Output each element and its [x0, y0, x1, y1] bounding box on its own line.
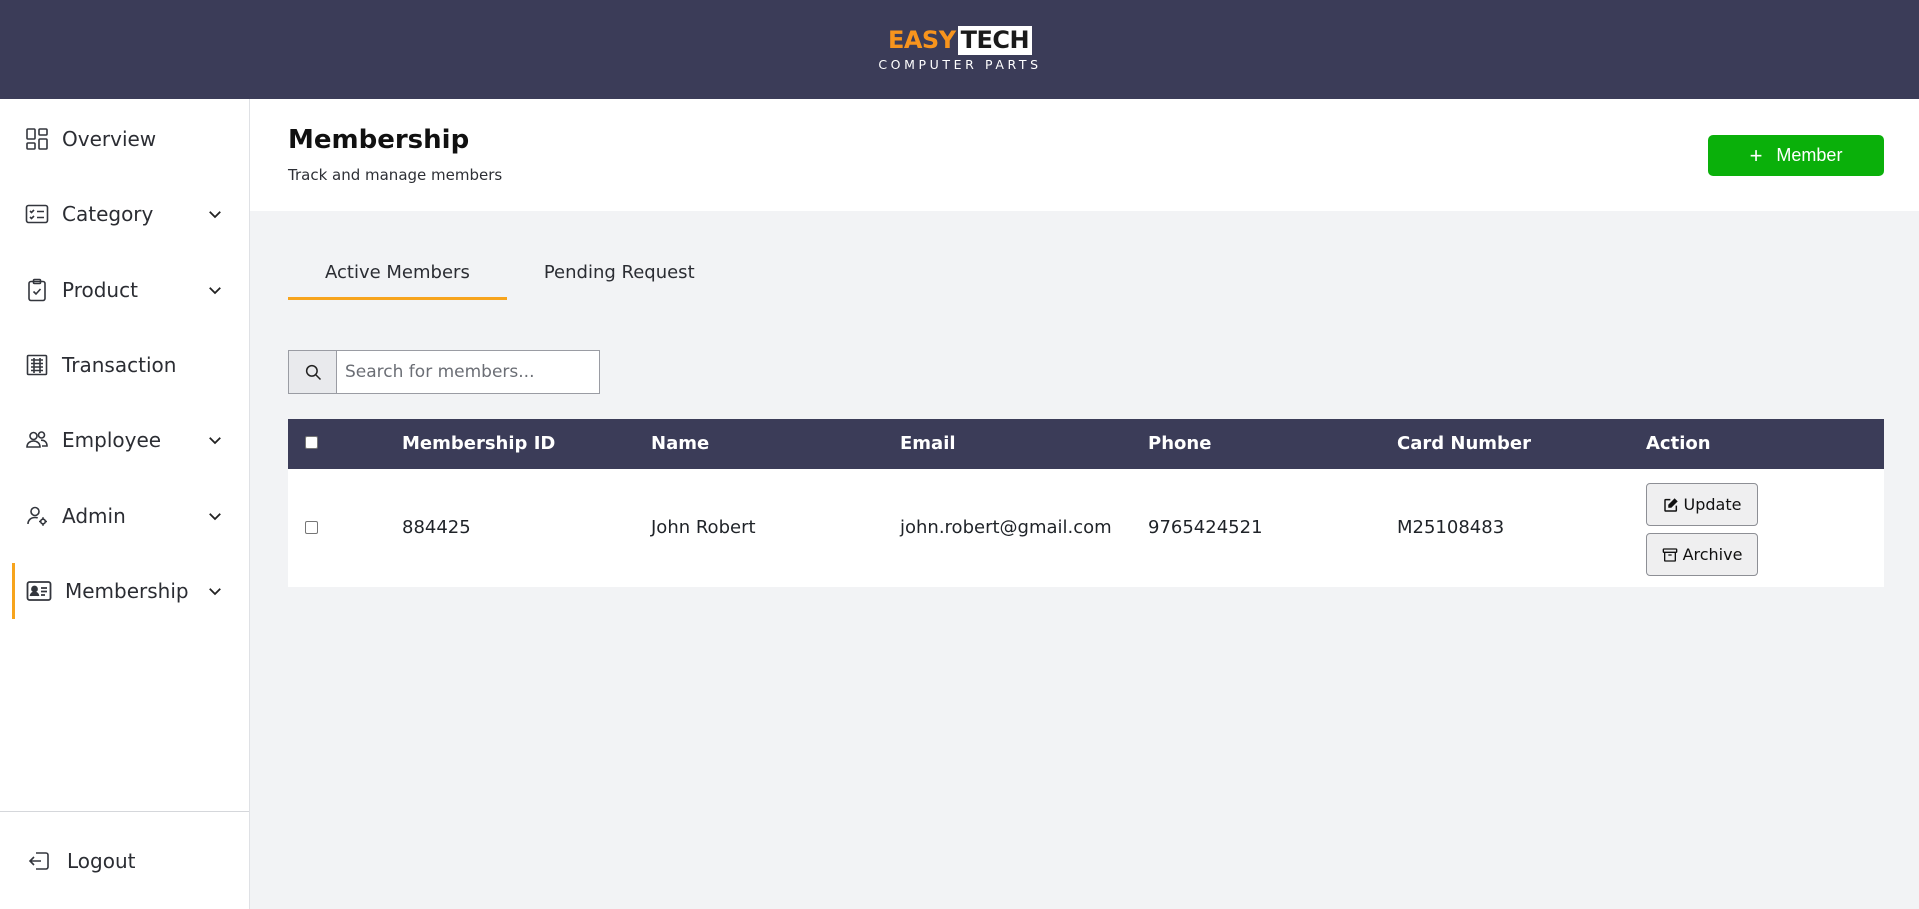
- archive-label: Archive: [1682, 545, 1743, 564]
- edit-icon: [1663, 497, 1679, 513]
- table-row: 884425 John Robert john.robert@gmail.com…: [288, 469, 1884, 587]
- phone-cell: 9765424521: [1148, 517, 1263, 538]
- sidebar-item-label: Overview: [62, 127, 157, 151]
- members-table: Membership ID Name Email Phone Card Numb…: [288, 419, 1884, 587]
- column-header: Card Number: [1397, 433, 1531, 454]
- add-member-button[interactable]: + Member: [1708, 135, 1884, 176]
- sidebar-item-label: Membership: [65, 579, 189, 603]
- add-member-label: Member: [1776, 145, 1843, 165]
- sidebar-item-label: Employee: [62, 428, 162, 452]
- membership-id-cell: 884425: [402, 517, 471, 538]
- logout-label: Logout: [67, 849, 136, 873]
- search-button[interactable]: [288, 350, 337, 394]
- logo-word-tech: TECH: [957, 25, 1033, 55]
- chevron-down-icon[interactable]: [204, 279, 226, 301]
- chevron-down-icon[interactable]: [204, 429, 226, 451]
- search-input[interactable]: [337, 350, 600, 394]
- column-header: Email: [900, 433, 956, 454]
- select-all-checkbox[interactable]: [305, 436, 318, 449]
- chevron-down-icon[interactable]: [204, 505, 226, 527]
- page-title: Membership: [288, 125, 470, 155]
- column-header: Name: [651, 433, 710, 454]
- table-header: Membership ID Name Email Phone Card Numb…: [288, 419, 1884, 469]
- update-button[interactable]: Update: [1646, 483, 1758, 526]
- sidebar: Overview Category Product Transaction Em…: [0, 99, 250, 909]
- top-header-bar: EASY TECH COMPUTER PARTS: [0, 0, 1919, 99]
- page-subtitle: Track and manage members: [288, 166, 503, 184]
- sidebar-item-overview[interactable]: Overview: [0, 111, 249, 167]
- sidebar-item-membership[interactable]: Membership: [0, 563, 249, 619]
- archive-button[interactable]: Archive: [1646, 533, 1758, 576]
- chevron-down-icon[interactable]: [204, 580, 226, 602]
- card-number-cell: M25108483: [1397, 517, 1505, 538]
- user-gear-icon: [24, 503, 50, 529]
- clipboard-check-icon: [24, 277, 50, 303]
- member-tabs: Active Members Pending Request: [288, 255, 732, 300]
- page-header: Membership Track and manage members + Me…: [250, 99, 1919, 211]
- search-icon: [304, 363, 322, 381]
- chevron-down-icon[interactable]: [204, 203, 226, 225]
- sidebar-item-label: Admin: [62, 504, 126, 528]
- logo-word-easy: EASY: [887, 26, 956, 54]
- grid-icon: [24, 126, 50, 152]
- archive-icon: [1662, 547, 1678, 563]
- row-checkbox[interactable]: [305, 521, 318, 534]
- logout-button[interactable]: Logout: [0, 833, 249, 889]
- sidebar-item-product[interactable]: Product: [0, 262, 249, 318]
- email-cell: john.robert@gmail.com: [900, 517, 1112, 538]
- sidebar-item-label: Category: [62, 202, 154, 226]
- active-indicator: [12, 563, 15, 619]
- sidebar-item-label: Transaction: [62, 353, 177, 377]
- list-icon: [24, 201, 50, 227]
- column-header: Phone: [1148, 433, 1212, 454]
- logout-icon: [26, 848, 52, 874]
- sidebar-item-category[interactable]: Category: [0, 186, 249, 242]
- receipt-icon: [24, 352, 50, 378]
- name-cell: John Robert: [651, 517, 756, 538]
- sidebar-item-transaction[interactable]: Transaction: [0, 337, 249, 393]
- logo-tagline: COMPUTER PARTS: [878, 57, 1042, 72]
- tab-active-members[interactable]: Active Members: [288, 255, 507, 300]
- plus-icon: +: [1749, 142, 1763, 168]
- id-card-icon: [26, 578, 52, 604]
- column-header: Membership ID: [402, 433, 556, 454]
- sidebar-item-admin[interactable]: Admin: [0, 488, 249, 544]
- users-icon: [24, 427, 50, 453]
- sidebar-divider: [0, 811, 249, 812]
- sidebar-item-label: Product: [62, 278, 138, 302]
- update-label: Update: [1683, 495, 1742, 514]
- column-header: Action: [1646, 433, 1711, 454]
- brand-logo[interactable]: EASY TECH COMPUTER PARTS: [867, 25, 1053, 72]
- tab-pending-request[interactable]: Pending Request: [507, 255, 732, 300]
- member-search: [288, 350, 600, 394]
- sidebar-item-employee[interactable]: Employee: [0, 412, 249, 468]
